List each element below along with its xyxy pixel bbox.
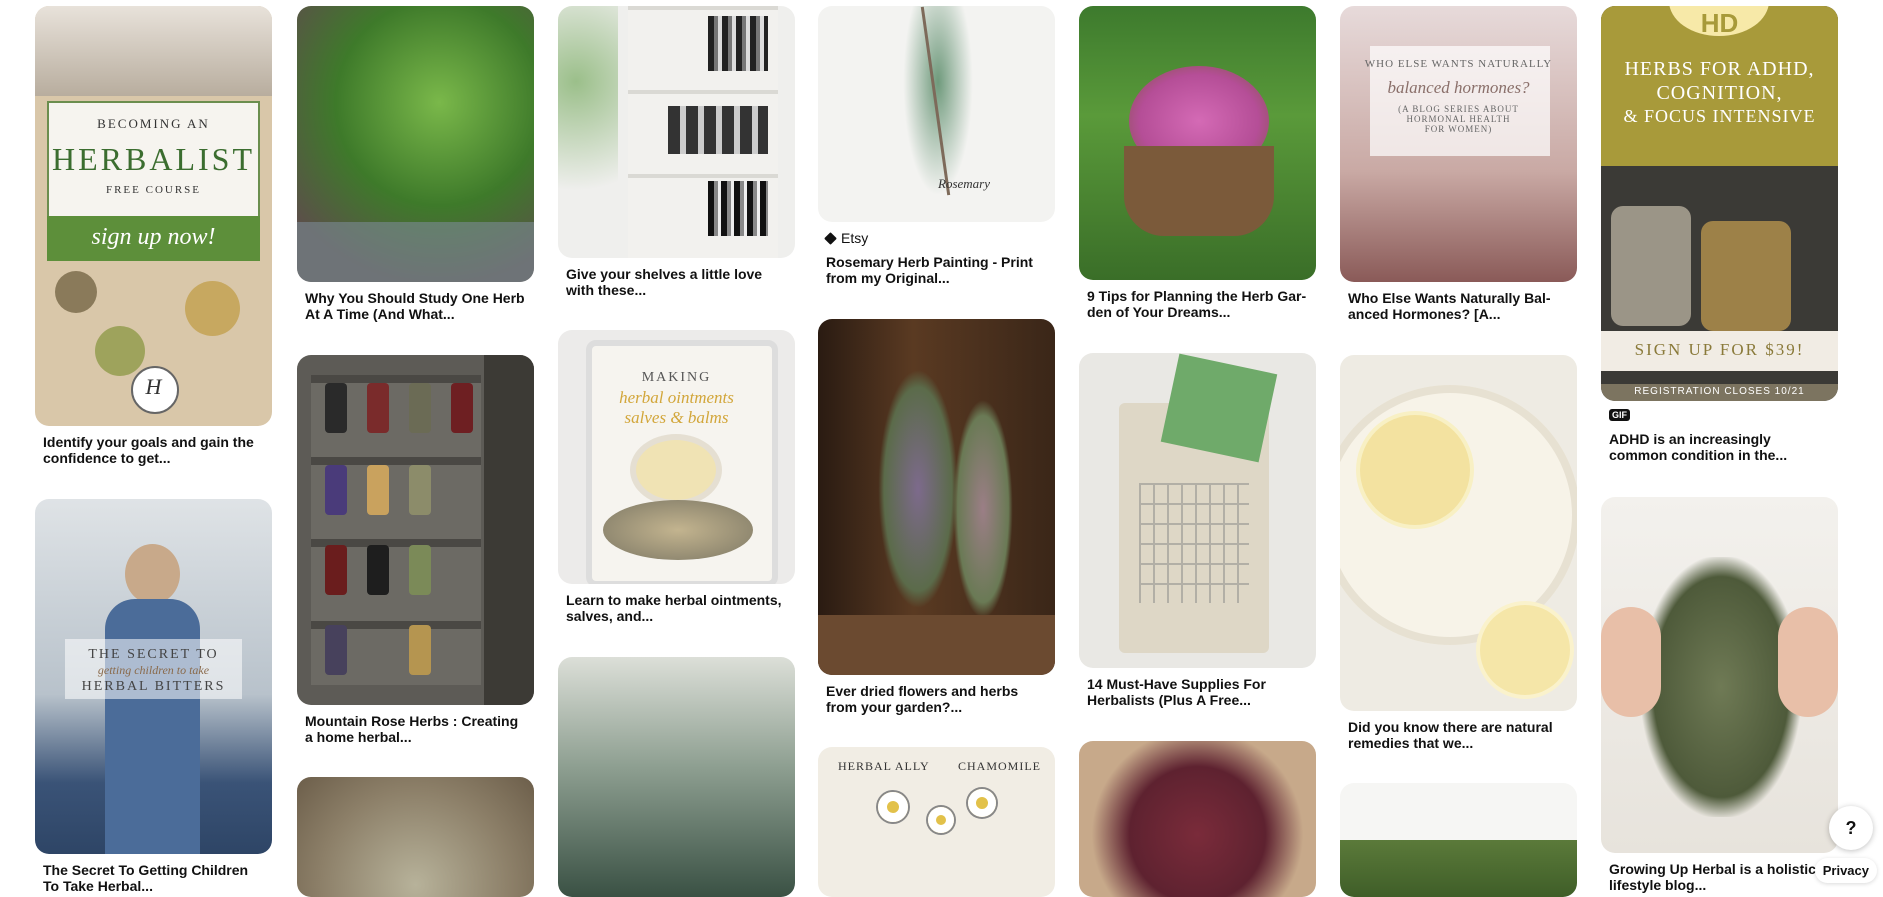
pin-title[interactable]: The Secret To Getting Children To Take H… [43, 862, 264, 894]
pin-image-clover-basket[interactable] [1079, 6, 1316, 280]
overlay-text: HERBAL ALLY [838, 759, 930, 773]
pin-image-herb-jars-shelf[interactable] [297, 355, 534, 705]
overlay-text: THE SECRET TO [88, 647, 219, 662]
pin-card[interactable]: Mountain Rose Herbs : Creating a home he… [297, 355, 534, 745]
pin-image-rosemary-painting[interactable]: Rosemary [818, 6, 1055, 222]
help-button[interactable]: ? [1829, 806, 1873, 850]
pin-title[interactable]: Growing Up Herbal is a holistic lifestyl… [1609, 861, 1830, 893]
pin-title[interactable]: 14 Must-Have Supplies For Herbalists (Pl… [1087, 676, 1308, 708]
overlay-text: balanced hormones? [1387, 78, 1530, 97]
pin-image-chamomile-illustration[interactable]: HERBAL ALLY CHAMOMILE [818, 747, 1055, 897]
pin-title[interactable]: Give your shelves a little love with the… [566, 266, 787, 298]
pin-card[interactable]: Did you know there are natural remedies … [1340, 355, 1577, 751]
overlay-text: & FOCUS INTENSIVE [1623, 106, 1816, 126]
pin-image-lemon-tea[interactable] [1340, 355, 1577, 711]
pin-image-herbal-bitters[interactable]: THE SECRET TO getting children to take H… [35, 499, 272, 854]
pin-card[interactable]: HD HERBS FOR ADHD, COGNITION, & FOCUS IN… [1601, 6, 1838, 463]
pin-card[interactable]: Give your shelves a little love with the… [558, 6, 795, 298]
pin-title[interactable]: Who Else Wants Naturally Bal-anced Hormo… [1348, 290, 1569, 322]
source-label: Etsy [841, 230, 869, 246]
overlay-text: (A BLOG SERIES ABOUT HORMONAL HEALTH FOR… [1398, 104, 1519, 134]
pin-card[interactable] [297, 777, 534, 897]
pin-title[interactable]: Did you know there are natural remedies … [1348, 719, 1569, 751]
tag-icon [824, 231, 837, 245]
pin-card[interactable]: Why You Should Study One Herb At A Time … [297, 6, 534, 322]
pin-card[interactable]: Growing Up Herbal is a holistic lifestyl… [1601, 497, 1838, 893]
pin-card[interactable]: Ever dried flowers and herbs from your g… [818, 319, 1055, 715]
pin-image-dried-leaves-hands[interactable] [1601, 497, 1838, 853]
overlay-text: CHAMOMILE [958, 759, 1041, 773]
overlay-text: sign up now! [91, 224, 216, 250]
overlay-text: HERBALIST [52, 141, 255, 177]
pin-card[interactable]: WHO ELSE WANTS NATURALLY balanced hormon… [1340, 6, 1577, 322]
overlay-text: HERBS FOR ADHD, [1624, 58, 1815, 80]
pin-card[interactable]: MAKING herbal ointments salves & balms L… [558, 330, 795, 624]
overlay-text: SIGN UP FOR $39! [1634, 340, 1805, 359]
pin-card[interactable] [1079, 741, 1316, 897]
pin-image-misty-forest[interactable] [558, 657, 795, 897]
pin-image-basil-plant[interactable] [297, 6, 534, 282]
pin-title[interactable]: Why You Should Study One Herb At A Time … [305, 290, 526, 322]
pin-image-dried-flowers[interactable] [818, 319, 1055, 675]
pin-title[interactable]: ADHD is an increasingly common condition… [1609, 431, 1830, 463]
pin-card[interactable]: 14 Must-Have Supplies For Herbalists (Pl… [1079, 353, 1316, 708]
pin-title[interactable]: Identify your goals and gain the confide… [43, 434, 264, 466]
overlay-text: REGISTRATION CLOSES 10/21 [1634, 386, 1805, 397]
privacy-button[interactable]: Privacy [1814, 858, 1877, 883]
overlay-text: FREE COURSE [105, 184, 202, 196]
overlay-text: BECOMING AN [97, 116, 210, 131]
overlay-text: HERBAL BITTERS [81, 679, 226, 694]
pin-card[interactable] [1340, 783, 1577, 897]
pin-title[interactable]: Ever dried flowers and herbs from your g… [826, 683, 1047, 715]
overlay-text: MAKING [641, 370, 712, 385]
overlay-text: Rosemary [938, 176, 990, 191]
pin-card[interactable]: THE SECRET TO getting children to take H… [35, 499, 272, 894]
pin-card[interactable]: HERBAL ALLY CHAMOMILE [818, 747, 1055, 897]
pin-image-trees[interactable] [1340, 783, 1577, 897]
overlay-text: COGNITION, [1656, 82, 1783, 104]
gif-badge: GIF [1609, 409, 1630, 421]
pin-card[interactable]: Rosemary Etsy Rosemary Herb Painting - P… [818, 6, 1055, 286]
pin-card[interactable]: BECOMING AN HERBALIST FREE COURSE sign u… [35, 6, 272, 466]
overlay-text: getting children to take [97, 663, 210, 677]
pin-image-bookshelf[interactable] [558, 6, 795, 258]
pin-title[interactable]: Mountain Rose Herbs : Creating a home he… [305, 713, 526, 745]
pin-image-hormones[interactable]: WHO ELSE WANTS NATURALLY balanced hormon… [1340, 6, 1577, 282]
pin-title[interactable]: 9 Tips for Planning the Herb Gar-den of … [1087, 288, 1308, 320]
pin-image-herbal-ointments-ebook[interactable]: MAKING herbal ointments salves & balms [558, 330, 795, 584]
pin-image-herb-jar[interactable] [297, 777, 534, 897]
pin-image-herbalist-course[interactable]: BECOMING AN HERBALIST FREE COURSE sign u… [35, 6, 272, 426]
pin-card[interactable] [558, 657, 795, 897]
pin-image-rose-petals[interactable] [1079, 741, 1316, 897]
overlay-text: herbal ointments [619, 388, 734, 407]
pin-title[interactable]: Learn to make herbal ointments, salves, … [566, 592, 787, 624]
pin-image-tote-bag[interactable] [1079, 353, 1316, 668]
pin-source[interactable]: Etsy [824, 230, 1047, 246]
overlay-text: HD [1700, 8, 1739, 38]
overlay-text: salves & balms [624, 408, 729, 427]
pin-card[interactable]: 9 Tips for Planning the Herb Gar-den of … [1079, 6, 1316, 320]
pin-image-adhd-intensive[interactable]: HD HERBS FOR ADHD, COGNITION, & FOCUS IN… [1601, 6, 1838, 401]
pin-title[interactable]: Rosemary Herb Painting - Print from my O… [826, 254, 1047, 286]
logo-letter: H [145, 374, 162, 399]
overlay-text: WHO ELSE WANTS NATURALLY [1364, 58, 1553, 70]
